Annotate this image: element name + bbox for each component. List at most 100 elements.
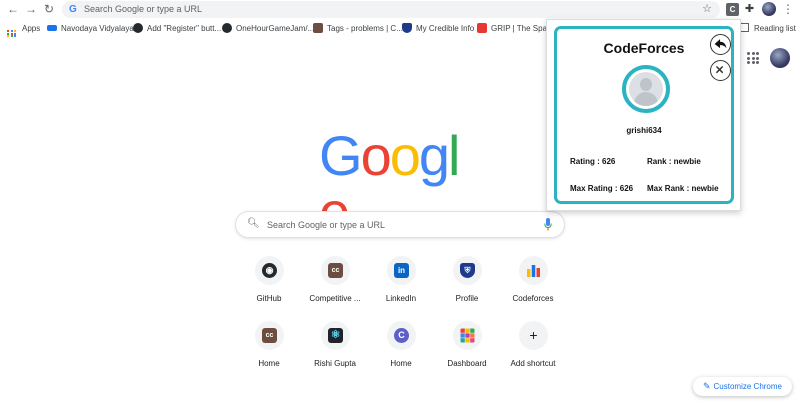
rating-text: Rating : 626 [570,157,616,166]
shortcuts-grid: ◉ GitHub cc Competitive ... in LinkedIn … [236,256,566,376]
reading-list-icon [740,23,749,32]
google-apps-icon[interactable] [747,52,759,64]
back-button[interactable] [710,34,731,55]
codeforces-extension-icon[interactable]: C [726,3,739,16]
bookmark-item[interactable]: Tags - problems | C... [313,22,403,35]
bookmark-apps[interactable]: Apps [7,22,40,37]
bookmark-star-icon[interactable]: ☆ [702,2,712,16]
logo-letter: G [319,124,363,187]
max-rating-text: Max Rating : 626 [570,184,634,193]
bookmark-item[interactable]: Add "Register" butt... [133,22,221,35]
shield-icon: ⛨ [460,263,475,278]
google-g-icon: G [69,4,77,15]
plus-icon: + [529,327,538,343]
pencil-icon: ✎ [702,381,711,391]
navodaya-icon [47,25,57,31]
user-silhouette-icon [629,72,663,106]
react-icon: ⚛ [328,328,343,343]
shortcut-icon-bg: ⛨ [453,256,482,285]
popup-title: CodeForces [603,40,685,56]
reload-icon[interactable]: ↻ [42,2,56,16]
shortcut-label: Add shortcut [510,359,556,368]
shortcut-tile[interactable]: in LinkedIn [368,256,434,312]
reply-arrow-icon [714,39,727,49]
codeforces-icon [527,265,540,277]
shortcut-label: Home [390,359,412,368]
shortcut-icon-bg [519,256,548,285]
close-button[interactable] [710,60,731,81]
github-icon [222,23,232,33]
bookmark-label: Add "Register" butt... [147,24,222,33]
bookmark-item[interactable]: OneHourGameJam/... [222,22,314,35]
logo-letter: g [418,124,450,187]
reading-list-label: Reading list [754,24,796,33]
shortcut-label: Codeforces [512,294,554,303]
username: grishi634 [626,126,662,135]
logo-letter: o [389,124,421,187]
shortcut-tile[interactable]: C Home [368,321,434,377]
shortcut-label: Competitive ... [309,294,361,303]
bookmark-label: OneHourGameJam/... [236,24,315,33]
browser-toolbar: ← → ↻ G Search Google or type a URL ☆ C … [0,0,800,20]
google-account-avatar[interactable] [770,48,790,68]
shortcut-label: Home [258,359,280,368]
codeforces-card: CodeForces grishi634 Rating : 626 Rank :… [554,26,734,204]
address-bar-placeholder: Search Google or type a URL [84,4,203,14]
grip-icon [477,23,487,33]
max-rank-text: Max Rank : newbie [647,184,719,193]
shield-icon [402,23,412,33]
shortcut-label: LinkedIn [385,294,417,303]
codechef-icon: cc [328,263,343,278]
bookmark-item[interactable]: Navodaya Vidyalaya [47,22,134,35]
add-shortcut-button[interactable]: + Add shortcut [500,321,566,377]
github-icon [133,23,143,33]
github-icon: ◉ [262,263,277,278]
shortcut-label: Dashboard [447,359,487,368]
shortcut-label: GitHub [256,294,282,303]
profile-avatar[interactable] [762,2,776,16]
bookmark-label: Tags - problems | C... [327,24,403,33]
shortcut-tile[interactable]: cc Competitive ... [302,256,368,312]
microphone-icon[interactable] [544,218,552,231]
shortcut-tile[interactable]: ⚛ Rishi Gupta [302,321,368,377]
search-icon: 🔍︎ [247,218,260,229]
shortcut-tile[interactable]: cc Home [236,321,302,377]
logo-letter: l [448,124,461,187]
extensions-puzzle-icon[interactable]: ✚ [743,3,756,16]
extension-popup: CodeForces grishi634 Rating : 626 Rank :… [546,19,741,211]
dashboard-icon [460,328,475,343]
customize-chrome-button[interactable]: ✎ Customize Chrome [693,377,792,396]
shortcut-tile[interactable]: Codeforces [500,256,566,312]
address-bar[interactable]: G Search Google or type a URL ☆ [62,1,720,18]
codechef-icon: cc [262,328,277,343]
forward-arrow-icon[interactable]: → [24,2,38,16]
close-icon [716,66,724,74]
shortcut-label: Profile [455,294,479,303]
google-logo: Google [319,124,481,240]
shortcut-icon-bg: cc [255,321,284,350]
customize-chrome-label: Customize Chrome [713,382,782,391]
rank-text: Rank : newbie [647,157,701,166]
credible-icon: C [394,328,409,343]
reading-list[interactable]: Reading list [740,22,796,35]
search-input[interactable]: 🔍︎ Search Google or type a URL [235,211,565,238]
shortcut-label: Rishi Gupta [314,359,356,368]
bookmark-item[interactable]: My Credible Info [402,22,474,35]
search-placeholder: Search Google or type a URL [267,220,386,230]
user-avatar [622,65,670,113]
shortcut-icon-bg: ⚛ [321,321,350,350]
shortcut-tile[interactable]: ◉ GitHub [236,256,302,312]
shortcut-icon-bg: cc [321,256,350,285]
shortcut-tile[interactable]: Dashboard [434,321,500,377]
apps-grid-icon [7,30,17,37]
linkedin-icon: in [394,263,409,278]
shortcut-icon-bg: + [519,321,548,350]
shortcut-icon-bg: in [387,256,416,285]
chrome-menu-icon[interactable]: ⋮ [782,2,794,16]
shortcut-icon-bg: C [387,321,416,350]
codechef-icon [313,23,323,33]
shortcut-tile[interactable]: ⛨ Profile [434,256,500,312]
logo-letter: o [360,124,392,187]
back-arrow-icon[interactable]: ← [6,2,20,16]
shortcut-icon-bg [453,321,482,350]
